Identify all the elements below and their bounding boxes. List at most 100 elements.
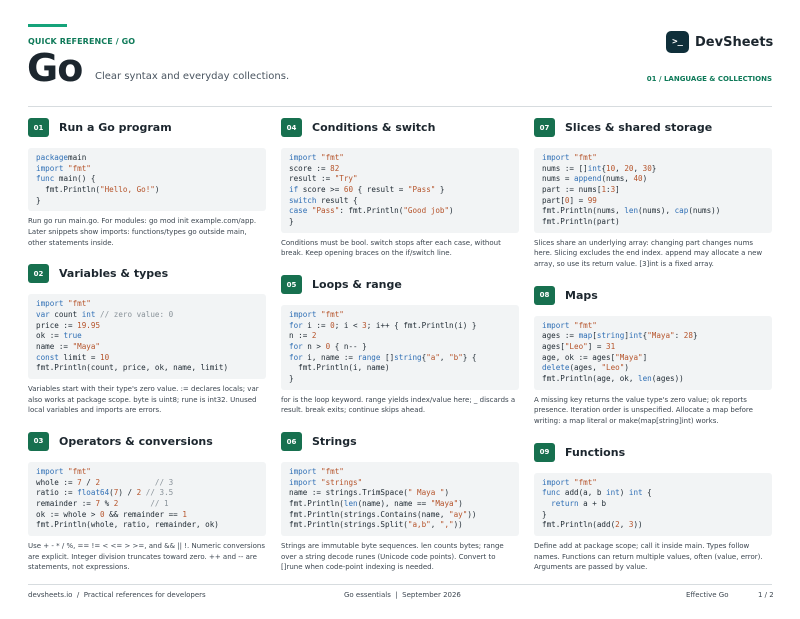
section-header: 09 Functions <box>534 442 772 462</box>
code-token: "Maya" <box>72 341 101 351</box>
code-token: )) <box>633 520 643 530</box>
code-token: import <box>289 310 317 319</box>
footer-reference-link[interactable]: Effective Go <box>686 591 728 599</box>
code-token: name := <box>36 341 73 351</box>
section-label: 01 / LANGUAGE & COLLECTIONS <box>646 75 772 83</box>
code-token: int <box>587 163 602 173</box>
code-token: " Maya " <box>407 488 445 498</box>
code-token: , <box>619 520 629 530</box>
code-token: ; i < <box>334 320 363 330</box>
code-token: : <box>674 331 684 341</box>
code-token: int <box>606 488 620 498</box>
section-number-badge: 08 <box>534 285 555 305</box>
section-header: 05 Loops & range <box>281 275 519 294</box>
code-token: n > <box>302 342 326 352</box>
code-line: import "fmt" <box>542 478 764 489</box>
code-token: "fmt" <box>68 299 91 309</box>
section-note: Variables start with their type's zero v… <box>28 385 259 415</box>
footer-divider <box>28 584 772 585</box>
code-token: fmt.Println( <box>289 499 344 509</box>
section-header: 03 Operators & conversions <box>28 431 266 451</box>
column-1: 01 Run a Go program packagemain import "fmt… <box>28 118 266 589</box>
code-token: } <box>651 163 657 173</box>
code-token: )) <box>453 520 463 530</box>
code-token: ] = <box>569 195 588 205</box>
code-block[interactable]: import "fmt" for i := 0; i < 3; i++ { fmt… <box>281 305 519 390</box>
code-token: "fmt" <box>321 467 344 476</box>
footer-site-link[interactable]: devsheets.io <box>28 591 72 599</box>
code-token: var <box>36 309 50 319</box>
code-token: 1 <box>182 509 187 519</box>
code-block[interactable]: import "fmt" nums := []int{10, 20, 30} num… <box>534 148 772 233</box>
code-token: "Pass" <box>407 185 436 195</box>
code-token: ) <box>458 499 463 509</box>
section-note: Conditions must be bool. switch stops af… <box>281 238 501 258</box>
code-token: 40 <box>633 174 643 184</box>
section-title: Strings <box>312 435 357 448</box>
code-line: for n > 0 { n-- } <box>289 342 511 353</box>
code-token: "Good job" <box>403 206 450 216</box>
code-line: import "fmt" <box>289 153 511 164</box>
code-token: "fmt" <box>574 477 597 487</box>
section-06: 06 Strings import "fmt" import "strings" nam… <box>281 432 519 573</box>
code-token: ages := <box>542 331 579 341</box>
brand[interactable]: >_ DevSheets <box>666 31 773 53</box>
code-line: import "fmt" <box>36 164 258 175</box>
code-block[interactable]: import "fmt" score := 82 result := "Try" if… <box>281 148 519 233</box>
code-token: string <box>394 352 422 362</box>
code-token: fmt.Println(part) <box>542 217 620 227</box>
section-title: Variables & types <box>59 267 169 281</box>
code-token: ) <box>444 488 450 498</box>
code-line: import "fmt" <box>36 467 258 478</box>
code-token: "," <box>439 520 454 530</box>
code-token: , <box>633 163 643 173</box>
section-03: 03 Operators & conversions import "fmt" who… <box>28 431 266 573</box>
code-token: true <box>63 331 82 341</box>
code-line: packagemain <box>36 153 258 164</box>
code-token: // 3.5 <box>145 488 174 498</box>
code-token: age, ok := ages[ <box>542 352 616 362</box>
code-token: fmt.Println(count, price, ok, name, limi… <box>36 363 229 373</box>
code-token: % <box>100 498 114 508</box>
code-block[interactable]: import "fmt" var count int // zero value:… <box>28 294 266 380</box>
code-token: part := nums[ <box>542 185 602 195</box>
code-line: const limit = 10 <box>36 353 258 364</box>
code-token: nums = <box>542 174 575 184</box>
code-token: 2 <box>311 331 317 341</box>
code-token: return <box>551 498 579 508</box>
code-token: const <box>36 352 59 362</box>
section-note: Run go run main.go. For modules: go mod … <box>28 217 257 247</box>
code-token: "Leo" <box>564 341 588 351</box>
code-token: 31 <box>606 341 616 351</box>
code-line: switch result { <box>289 196 511 207</box>
code-line: n := 2 <box>289 331 511 342</box>
code-block[interactable]: packagemain import "fmt" func main() { fmt… <box>28 148 266 212</box>
footer-center-separator: | <box>395 591 398 599</box>
code-block[interactable]: import "fmt" whole := 7 / 2 // 3 ratio := … <box>28 461 266 536</box>
code-block[interactable]: import "fmt" ages := map[string]int{"Maya… <box>534 315 772 390</box>
code-token: fmt.Println(i, name) <box>289 363 390 373</box>
code-line: for i := 0; i < 3; i++ { fmt.Println(i) … <box>289 321 511 332</box>
code-token: } <box>289 374 294 384</box>
code-token: (ages, <box>569 363 602 373</box>
code-token: "Pass" <box>311 206 340 216</box>
code-token: "fmt" <box>68 163 91 173</box>
code-block[interactable]: import "fmt" func add(a, b int) int { ret… <box>534 472 772 536</box>
code-token: ok := <box>36 331 64 341</box>
code-block[interactable]: import "fmt" import "strings" name := stri… <box>281 462 519 537</box>
code-line: import "fmt" <box>289 310 511 321</box>
code-token: string <box>596 331 625 341</box>
code-token: 99 <box>587 195 597 205</box>
code-token: add(a, b <box>560 488 607 498</box>
code-token: // zero value: 0 <box>100 309 174 319</box>
page-number: 1 / 2 <box>758 591 774 599</box>
code-token: fmt.Println(add( <box>542 520 616 530</box>
code-token: ratio := <box>36 488 78 498</box>
section-04: 04 Conditions & switch import "fmt" score :… <box>281 118 519 259</box>
code-token: } <box>542 509 547 519</box>
code-line: func add(a, b int) int { <box>542 488 764 499</box>
code-line: ok := true <box>36 331 258 342</box>
code-line: ok := whole > 0 && remainder == 1 <box>36 510 258 521</box>
